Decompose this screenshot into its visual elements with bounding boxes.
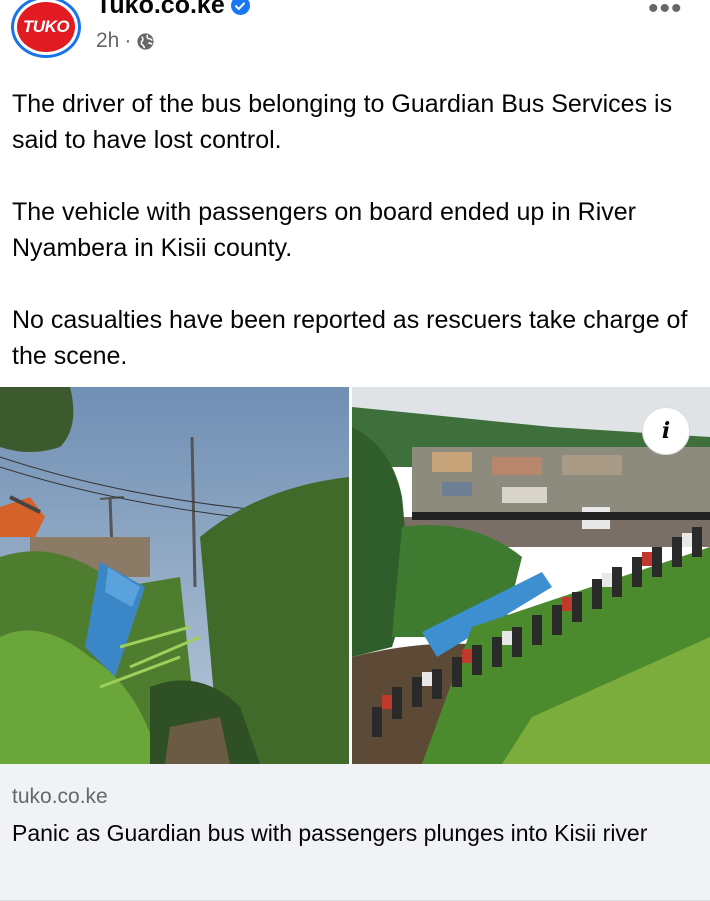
logo-text: TUKO: [22, 17, 70, 36]
link-preview-card[interactable]: tuko.co.ke Panic as Guardian bus with pa…: [0, 764, 710, 901]
link-title[interactable]: Panic as Guardian bus with passengers pl…: [12, 816, 692, 850]
page-name-row: Tuko.co.ke: [96, 0, 250, 20]
page-avatar[interactable]: TUKO: [11, 0, 81, 58]
post-timestamp[interactable]: 2h: [96, 29, 119, 53]
post-paragraph: The vehicle with passengers on board end…: [12, 198, 636, 262]
crowd-at-river-photo[interactable]: i: [352, 387, 710, 764]
link-domain: tuko.co.ke: [12, 785, 108, 808]
post-meta: 2h ·: [96, 29, 155, 53]
post-paragraph: The driver of the bus belonging to Guard…: [12, 90, 673, 154]
bus-in-river-photo[interactable]: [0, 387, 349, 764]
post-body: The driver of the bus belonging to Guard…: [12, 86, 702, 374]
tuko-logo: TUKO: [17, 2, 75, 52]
page-name-link[interactable]: Tuko.co.ke: [96, 0, 225, 20]
verified-badge-icon: [230, 0, 250, 15]
more-options-icon[interactable]: •••: [648, 0, 683, 24]
globe-icon[interactable]: [136, 32, 155, 51]
info-icon[interactable]: i: [642, 407, 690, 455]
post-media[interactable]: i: [0, 387, 710, 764]
post-paragraph: No casualties have been reported as resc…: [12, 306, 688, 370]
meta-separator: ·: [124, 29, 132, 52]
post-header: TUKO Tuko.co.ke 2h · •••: [0, 0, 710, 70]
